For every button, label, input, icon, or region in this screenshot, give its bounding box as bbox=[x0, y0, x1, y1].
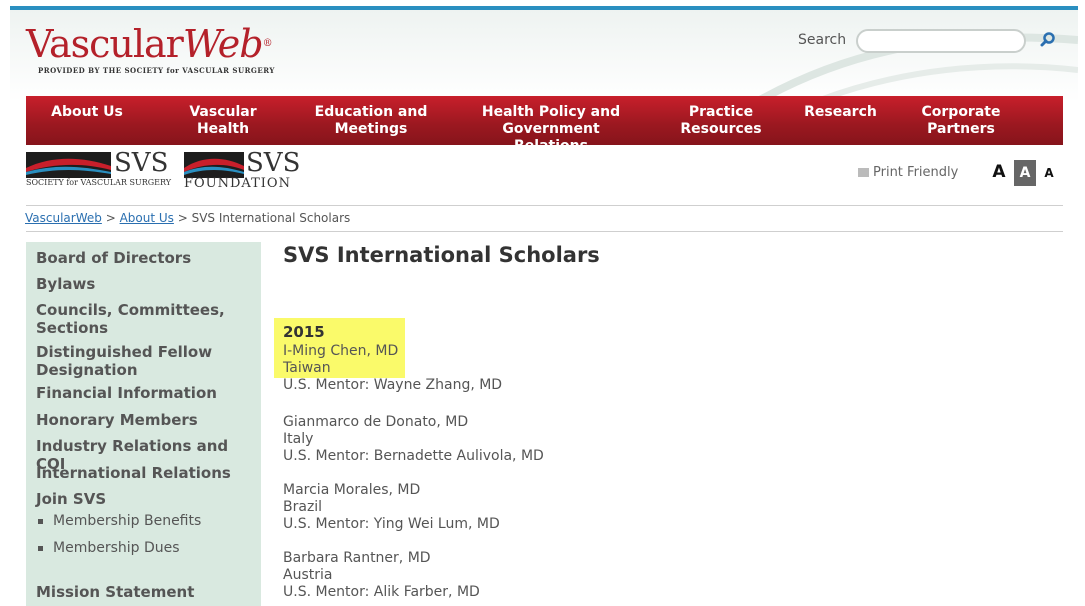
printer-icon bbox=[858, 168, 869, 177]
scholar-mentor: U.S. Mentor: Wayne Zhang, MD bbox=[283, 377, 503, 393]
scholar-mentor: U.S. Mentor: Bernadette Aulivola, MD bbox=[283, 448, 544, 464]
logo-text-vascular: Vascular bbox=[26, 22, 184, 66]
breadcrumb-sep: > bbox=[173, 211, 192, 225]
sidebar-item-bylaws[interactable]: Bylaws bbox=[36, 275, 95, 293]
font-size-large-button[interactable]: A bbox=[990, 162, 1008, 184]
sidebar-subitem-benefits[interactable]: Membership Benefits bbox=[38, 513, 201, 529]
logo-subtitle: PROVIDED BY THE SOCIETY for VASCULAR SUR… bbox=[38, 66, 275, 75]
main-navigation: About Us Vascular Health Education and M… bbox=[26, 96, 1063, 154]
logo-text-web: Web bbox=[182, 22, 264, 66]
divider-bottom bbox=[26, 231, 1063, 232]
sidebar-item-councils[interactable]: Councils, Committees, Sections bbox=[36, 301, 226, 337]
scholar-name: Gianmarco de Donato, MD bbox=[283, 414, 469, 430]
breadcrumb: VascularWeb > About Us > SVS Internation… bbox=[25, 211, 350, 225]
sidebar-subitem-label: Membership Dues bbox=[53, 540, 180, 556]
divider-top bbox=[26, 205, 1063, 206]
page-title: SVS International Scholars bbox=[283, 243, 600, 267]
search-icon[interactable] bbox=[1038, 30, 1058, 50]
nav-practice-resources[interactable]: Practice Resources bbox=[676, 104, 766, 138]
bullet-icon bbox=[38, 545, 43, 551]
scholar-name: Marcia Morales, MD bbox=[283, 482, 421, 498]
print-friendly-link[interactable]: Print Friendly bbox=[858, 165, 958, 180]
sidebar-item-honorary[interactable]: Honorary Members bbox=[36, 411, 198, 429]
breadcrumb-about[interactable]: About Us bbox=[120, 211, 174, 225]
year-heading: 2015 bbox=[283, 323, 325, 341]
foundation-svs-text: SVS bbox=[246, 148, 301, 178]
breadcrumb-sep: > bbox=[101, 211, 120, 225]
scholar-country: Austria bbox=[283, 567, 333, 583]
sidebar-item-international[interactable]: International Relations bbox=[36, 464, 231, 482]
scholar-country: Brazil bbox=[283, 499, 323, 515]
sidebar-item-financial[interactable]: Financial Information bbox=[36, 384, 217, 402]
foundation-subtitle: FOUNDATION bbox=[184, 176, 291, 191]
logo-registered: ® bbox=[262, 38, 273, 49]
sidebar-item-board[interactable]: Board of Directors bbox=[36, 249, 191, 267]
nav-corporate-partners[interactable]: Corporate Partners bbox=[916, 104, 1006, 138]
header-decoration bbox=[758, 33, 1078, 100]
sidebar-item-distinguished[interactable]: Distinguished Fellow Designation bbox=[36, 343, 226, 379]
breadcrumb-home[interactable]: VascularWeb bbox=[25, 211, 102, 225]
nav-health-policy[interactable]: Health Policy and Government Relations bbox=[466, 104, 636, 155]
sidebar-subitem-dues[interactable]: Membership Dues bbox=[38, 540, 180, 556]
scholar-mentor: U.S. Mentor: Alik Farber, MD bbox=[283, 584, 480, 600]
svs-swoosh-icon bbox=[26, 152, 111, 178]
sidebar: Board of Directors Bylaws Councils, Comm… bbox=[26, 242, 261, 606]
search-label: Search bbox=[798, 32, 847, 48]
bullet-icon bbox=[38, 518, 43, 524]
foundation-swoosh-icon bbox=[184, 152, 244, 178]
scholar-mentor: U.S. Mentor: Ying Wei Lum, MD bbox=[283, 516, 500, 532]
breadcrumb-current: SVS International Scholars bbox=[191, 211, 351, 225]
nav-vascular-health[interactable]: Vascular Health bbox=[178, 104, 268, 138]
scholar-country: Taiwan bbox=[283, 360, 331, 376]
svs-text: SVS bbox=[114, 148, 169, 178]
scholar-name: I-Ming Chen, MD bbox=[283, 343, 399, 359]
scholar-country: Italy bbox=[283, 431, 314, 447]
scholar-name: Barbara Rantner, MD bbox=[283, 550, 431, 566]
search-input[interactable] bbox=[856, 29, 1026, 53]
sidebar-subitem-label: Membership Benefits bbox=[53, 513, 202, 529]
font-size-small-button[interactable]: A bbox=[1042, 166, 1056, 184]
print-friendly-label: Print Friendly bbox=[873, 165, 959, 180]
nav-research[interactable]: Research bbox=[798, 104, 883, 121]
vascularweb-logo[interactable]: VascularWeb® PROVIDED BY THE SOCIETY for… bbox=[26, 24, 275, 75]
sidebar-item-mission[interactable]: Mission Statement bbox=[36, 583, 194, 601]
font-size-medium-button[interactable]: A bbox=[1014, 160, 1036, 186]
svs-subtitle: SOCIETY for VASCULAR SURGERY bbox=[26, 178, 172, 187]
sidebar-item-join[interactable]: Join SVS bbox=[36, 490, 106, 508]
nav-about-us[interactable]: About Us bbox=[46, 104, 128, 121]
nav-education-meetings[interactable]: Education and Meetings bbox=[311, 104, 431, 138]
